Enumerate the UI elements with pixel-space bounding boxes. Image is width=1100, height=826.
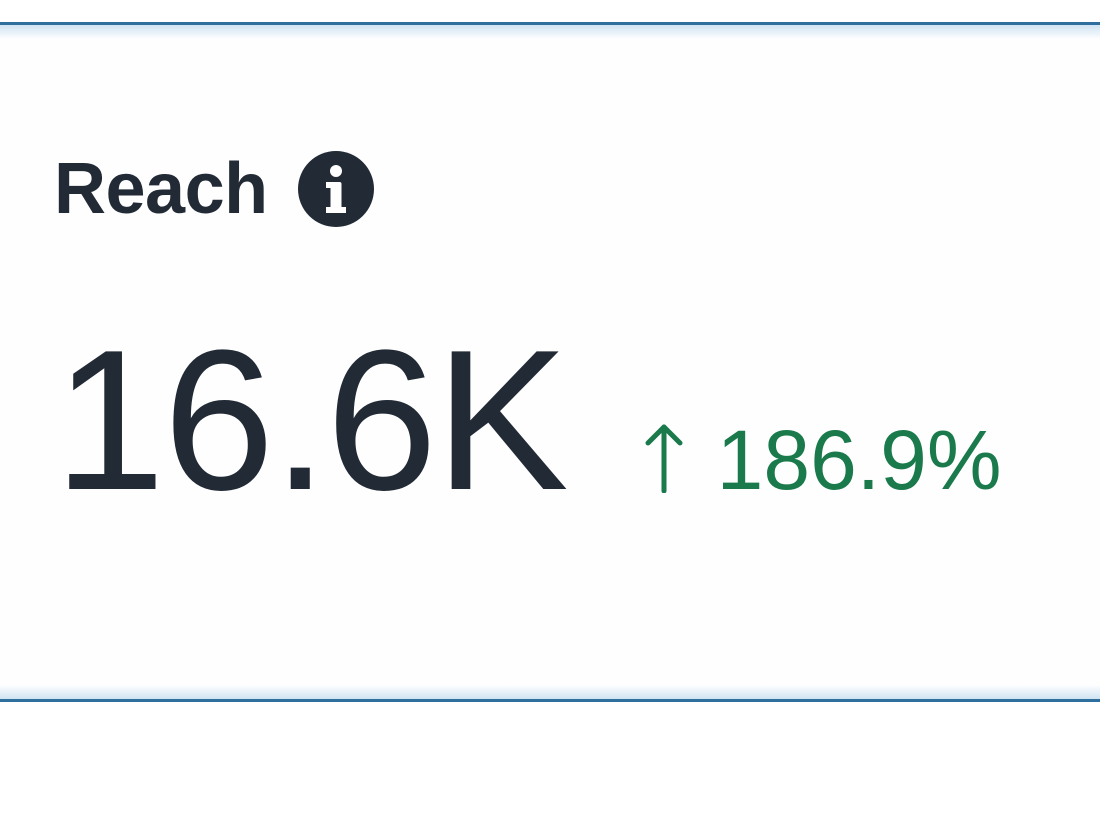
metric-value: 16.6K xyxy=(54,309,569,532)
arrow-up-icon xyxy=(645,423,683,493)
card-header: Reach xyxy=(54,149,374,229)
metric-change: 186.9% xyxy=(645,418,1002,502)
info-icon[interactable] xyxy=(297,151,374,227)
page: Reach 16.6K 186.9% xyxy=(0,0,1100,826)
reach-metric-card: Reach 16.6K 186.9% xyxy=(0,22,1100,702)
metric-title: Reach xyxy=(54,149,268,229)
change-percentage: 186.9% xyxy=(716,413,1002,507)
metric-row: 16.6K 186.9% xyxy=(54,321,1002,521)
